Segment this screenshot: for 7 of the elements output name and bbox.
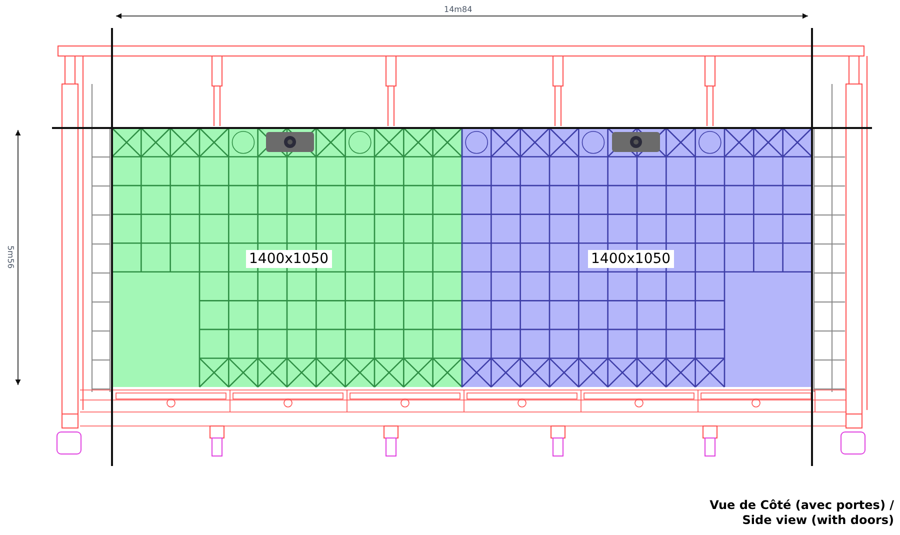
caption-line: Side view (with doors) — [742, 513, 894, 528]
zone-label: 1400x1050 — [246, 250, 332, 268]
projector-icon — [266, 132, 314, 152]
caption-line: Vue de Côté (avec portes) / — [710, 498, 894, 513]
zone-label: 1400x1050 — [588, 250, 674, 268]
projector-icon — [612, 132, 660, 152]
dimension-label: 5m56 — [5, 245, 15, 269]
